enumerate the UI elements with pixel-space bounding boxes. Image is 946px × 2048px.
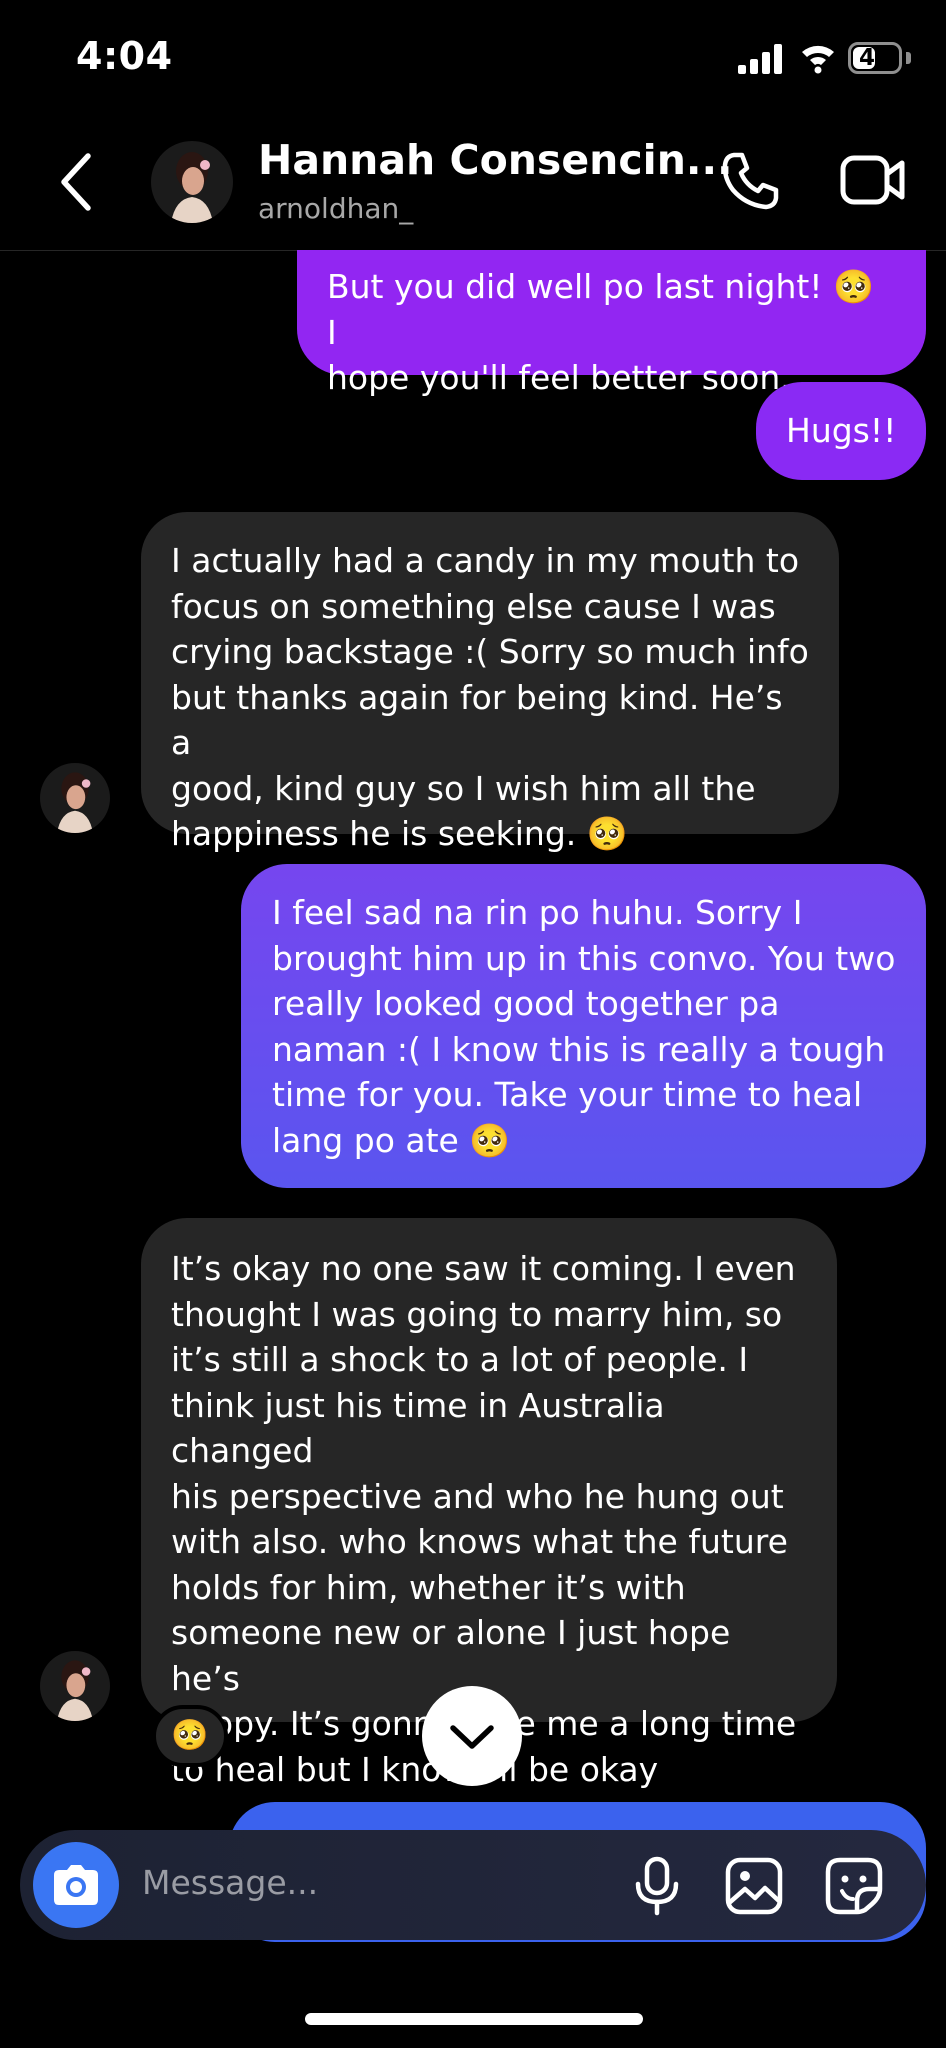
scroll-to-bottom-button[interactable] bbox=[422, 1686, 522, 1786]
contact-username[interactable]: arnoldhan_ bbox=[258, 192, 413, 225]
sender-avatar[interactable] bbox=[40, 763, 110, 833]
message-line: thought I was going to marry him, so bbox=[171, 1294, 783, 1334]
status-time: 4:04 bbox=[76, 34, 173, 78]
message-line: with also. who knows what the future bbox=[171, 1522, 788, 1561]
battery-percentage: 45 bbox=[858, 45, 891, 71]
message-line: it’s still a shock to a lot of people. I bbox=[171, 1340, 749, 1379]
message-line: crying backstage :( Sorry so much info bbox=[171, 632, 809, 671]
message-line: Hugs!! bbox=[786, 411, 897, 450]
image-gallery-icon[interactable] bbox=[725, 1857, 783, 1915]
message-line: think just his time in Australia changed bbox=[171, 1385, 665, 1471]
camera-icon bbox=[54, 1865, 98, 1905]
chevron-left-icon[interactable] bbox=[56, 152, 96, 212]
message-line: brought him up in this convo. You two bbox=[272, 938, 896, 978]
wifi-icon bbox=[802, 45, 834, 74]
message-line: focus on something else cause I was bbox=[171, 586, 776, 626]
cellular-signal-icon bbox=[738, 44, 784, 74]
message-bubble-sent[interactable]: I feel sad na rin po huhu. Sorry I broug… bbox=[241, 864, 926, 1188]
battery-tip bbox=[906, 52, 911, 64]
message-bubble-sent[interactable]: Hugs!! bbox=[756, 382, 926, 480]
chevron-down-icon bbox=[450, 1725, 494, 1749]
home-indicator bbox=[305, 2013, 643, 2025]
message-line: I actually had a candy in my mouth to bbox=[171, 541, 800, 580]
message-reaction[interactable]: 🥺 bbox=[152, 1705, 228, 1767]
battery-indicator: 45 bbox=[848, 42, 902, 74]
sticker-icon[interactable] bbox=[825, 1857, 883, 1915]
message-line: good, kind guy so I wish him all the bbox=[171, 768, 756, 808]
message-line: It’s okay no one saw it coming. I even bbox=[171, 1249, 796, 1288]
message-input[interactable]: Message... bbox=[142, 1863, 318, 1902]
message-line: naman :( I know this is really a tough bbox=[272, 1029, 886, 1069]
contact-avatar[interactable] bbox=[151, 141, 233, 223]
message-line: holds for him, whether it’s with bbox=[171, 1567, 686, 1607]
camera-button[interactable] bbox=[33, 1842, 119, 1928]
message-bubble-sent[interactable]: But you did well po last night! 🥺 I hope… bbox=[297, 250, 926, 397]
video-camera-icon[interactable] bbox=[840, 152, 906, 208]
message-line: happiness he is seeking. 🥺 bbox=[171, 814, 628, 853]
message-bubble-received[interactable]: I actually had a candy in my mouth to fo… bbox=[141, 512, 839, 853]
message-line: his perspective and who he hung out bbox=[171, 1476, 784, 1516]
message-line: But you did well po last night! 🥺 I bbox=[327, 267, 875, 352]
message-line: really looked good together pa bbox=[272, 984, 780, 1023]
message-line: someone new or alone I just hope he’s bbox=[171, 1613, 731, 1698]
sender-avatar[interactable] bbox=[40, 1651, 110, 1721]
microphone-icon[interactable] bbox=[632, 1856, 682, 1916]
message-line: time for you. Take your time to heal bbox=[272, 1075, 863, 1114]
message-line: I feel sad na rin po huhu. Sorry I bbox=[272, 893, 803, 932]
message-bubble-received[interactable]: It’s okay no one saw it coming. I even t… bbox=[141, 1218, 837, 1789]
message-line: but thanks again for being kind. He’s a bbox=[171, 677, 783, 763]
contact-name[interactable]: Hannah Consencin... bbox=[258, 136, 733, 184]
message-line: lang po ate 🥺 bbox=[272, 1120, 511, 1160]
phone-icon[interactable] bbox=[720, 150, 782, 212]
